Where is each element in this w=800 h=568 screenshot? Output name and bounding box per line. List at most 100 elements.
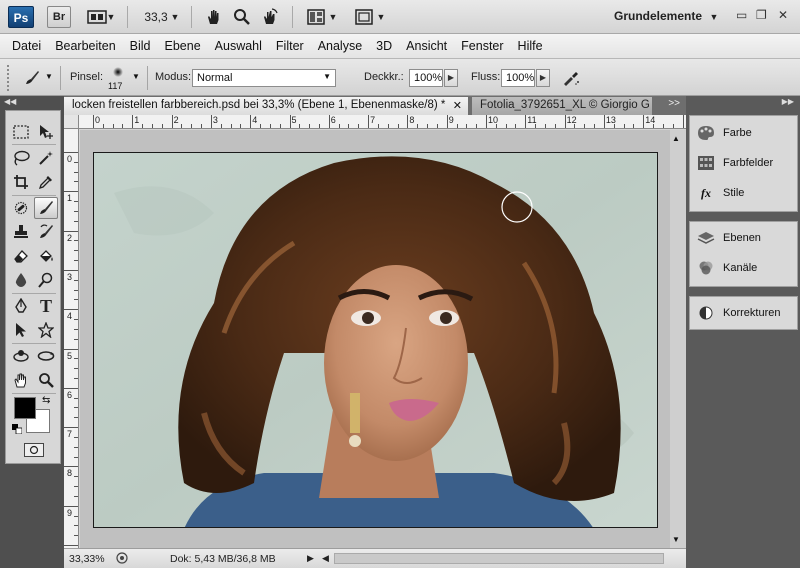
minimize-icon[interactable]: ▭ [736, 8, 747, 22]
panel-ebenen[interactable]: Ebenen [696, 227, 761, 249]
restore-icon[interactable]: ❐ [756, 8, 767, 22]
photoshop-logo[interactable]: Ps [8, 6, 34, 28]
panel-farbfelder[interactable]: Farbfelder [696, 152, 773, 174]
flow-slider-button[interactable]: ▶ [536, 69, 550, 87]
panel-stile[interactable]: fx Stile [696, 182, 744, 204]
airbrush-button[interactable] [560, 67, 582, 89]
brush-tool[interactable] [34, 197, 58, 219]
eyedropper-tool[interactable] [34, 171, 58, 193]
ruler-tick [662, 124, 664, 128]
ruler-tick [74, 220, 78, 222]
vertical-ruler[interactable]: 0 1 2 3 4 5 6 7 8 9 [64, 129, 79, 548]
ruler-tick [201, 124, 203, 128]
quick-mask-button[interactable] [24, 443, 44, 457]
flow-input[interactable]: 100% [501, 69, 535, 87]
history-brush-tool[interactable] [34, 221, 58, 243]
menu-bild[interactable]: Bild [124, 39, 157, 53]
chevron-down-icon[interactable]: ▼ [376, 6, 386, 28]
horizontal-ruler[interactable]: 0 1 2 3 4 5 6 7 8 9 10 11 12 13 14 [79, 115, 686, 129]
menu-hilfe[interactable]: Hilfe [512, 39, 549, 53]
vertical-scrollbar[interactable]: ▲ ▼ [670, 130, 686, 548]
chevron-down-icon[interactable]: ▼ [170, 6, 180, 28]
custom-shape-tool[interactable] [34, 319, 58, 341]
default-colors-icon[interactable] [12, 423, 23, 435]
chevron-down-icon[interactable]: ▼ [106, 6, 116, 28]
options-bar: ▼ Pinsel: 117 ▼ Modus: Normal ▼ Deckkr.:… [0, 59, 800, 96]
close-icon[interactable]: ✕ [453, 99, 462, 112]
menu-auswahl[interactable]: Auswahl [209, 39, 268, 53]
scroll-up-icon[interactable]: ▲ [672, 134, 680, 143]
ruler-tick [623, 124, 625, 128]
crop-tool[interactable] [9, 171, 33, 193]
scroll-left-icon[interactable]: ◀ [322, 553, 329, 564]
dodge-tool[interactable] [34, 269, 58, 291]
tool-preset-button[interactable] [20, 68, 44, 88]
menu-ebene[interactable]: Ebene [159, 39, 207, 53]
arrange-documents-button[interactable] [304, 6, 328, 28]
rotate-view-button[interactable] [258, 6, 282, 28]
chevron-down-icon[interactable]: ▼ [328, 6, 338, 28]
foreground-color-swatch-top[interactable] [14, 397, 36, 419]
scroll-down-icon[interactable]: ▼ [672, 535, 680, 544]
lasso-tool[interactable] [9, 147, 33, 169]
tab-inactive-document[interactable]: Fotolia_3792651_XL © Giorgio G [472, 97, 652, 115]
status-menu-arrow-icon[interactable]: ▶ [307, 553, 314, 564]
path-selection-tool[interactable] [9, 319, 33, 341]
tab-title: locken freistellen farbbereich.psd bei 3… [72, 99, 446, 111]
pen-tool[interactable] [9, 295, 33, 317]
lasso-icon [14, 150, 30, 166]
spot-healing-tool[interactable] [9, 197, 33, 219]
panel-korrekturen[interactable]: Korrekturen [696, 302, 780, 324]
menu-fenster[interactable]: Fenster [455, 39, 509, 53]
move-tool[interactable] [34, 121, 58, 143]
menu-filter[interactable]: Filter [270, 39, 310, 53]
chevron-down-icon[interactable]: ▼ [708, 6, 720, 28]
horizontal-scrollbar[interactable] [334, 553, 664, 564]
document-canvas[interactable] [93, 152, 658, 528]
zoom-tool-button[interactable] [230, 6, 254, 28]
zoom-percentage[interactable]: 33,33% [69, 553, 105, 565]
mode-label: Modus: [155, 71, 192, 83]
magic-wand-tool[interactable] [34, 147, 58, 169]
close-icon[interactable]: ✕ [778, 8, 788, 22]
opacity-input[interactable]: 100% [409, 69, 443, 87]
hand-icon [14, 373, 26, 388]
panel-farbe[interactable]: Farbe [696, 122, 752, 144]
blur-tool[interactable] [9, 269, 33, 291]
swap-colors-icon[interactable]: ⇆ [42, 395, 50, 406]
chevron-down-icon[interactable]: ▼ [132, 72, 140, 81]
clone-stamp-tool[interactable] [9, 221, 33, 243]
eraser-tool[interactable] [9, 245, 33, 267]
ruler-origin[interactable] [64, 115, 79, 129]
rectangular-marquee-icon [13, 125, 29, 139]
hand-tool-button[interactable] [202, 6, 226, 28]
menu-3d[interactable]: 3D [370, 39, 398, 53]
expand-panels-icon[interactable]: ▶▶ [782, 97, 794, 106]
collapse-toolbox-icon[interactable]: ◀◀ [4, 97, 16, 106]
menu-ansicht[interactable]: Ansicht [400, 39, 453, 53]
grip-handle[interactable] [7, 65, 11, 91]
menu-datei[interactable]: Datei [6, 39, 47, 53]
3d-orbit-tool[interactable] [34, 345, 58, 367]
more-tabs-icon[interactable]: >> [668, 98, 680, 109]
menu-analyse[interactable]: Analyse [312, 39, 368, 53]
zoom-tool[interactable] [34, 369, 58, 391]
type-tool[interactable]: T [34, 295, 58, 317]
status-info-icon[interactable] [116, 552, 128, 567]
marquee-tool[interactable] [9, 121, 33, 143]
brush-tip-preview[interactable] [110, 65, 126, 79]
paint-bucket-tool[interactable] [34, 245, 58, 267]
tab-active-document[interactable]: locken freistellen farbbereich.psd bei 3… [64, 97, 468, 115]
screen-mode-button[interactable] [352, 6, 376, 28]
hand-tool[interactable] [9, 369, 33, 391]
ruler-tick [142, 124, 144, 128]
panel-kanaele[interactable]: Kanäle [696, 257, 757, 279]
mode-select[interactable]: Normal ▼ [192, 69, 336, 87]
bridge-button[interactable]: Br [47, 6, 71, 28]
3d-rotate-tool[interactable] [9, 345, 33, 367]
menu-bearbeiten[interactable]: Bearbeiten [49, 39, 121, 53]
chevron-down-icon[interactable]: ▼ [45, 72, 53, 81]
ruler-tick [456, 124, 458, 128]
workspace-switcher[interactable]: Grundelemente [614, 9, 702, 23]
opacity-slider-button[interactable]: ▶ [444, 69, 458, 87]
